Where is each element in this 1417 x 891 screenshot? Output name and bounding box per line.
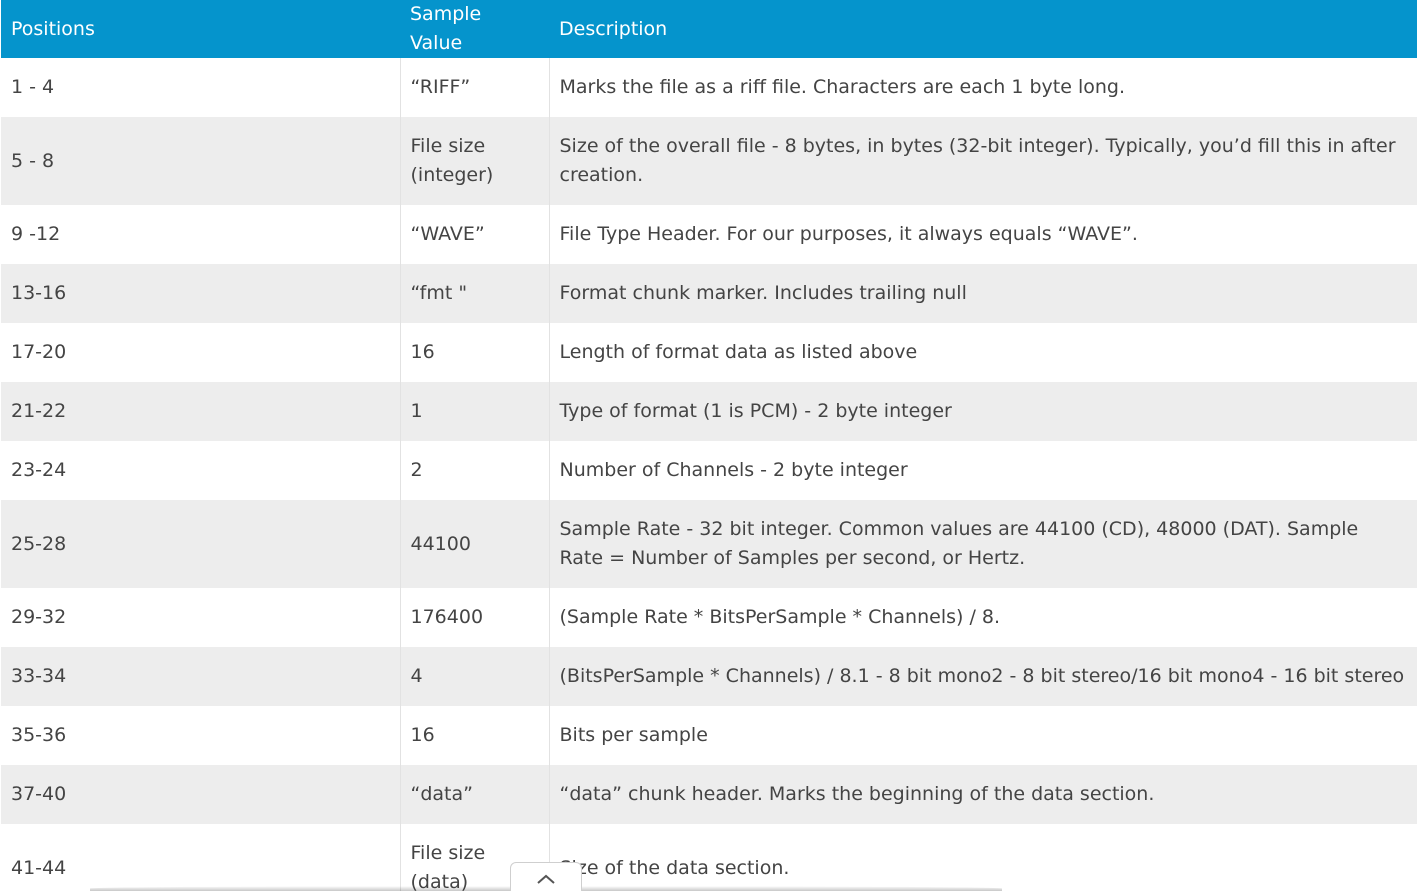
- table-row: 37-40 “data” “data” chunk header. Marks …: [1, 765, 1417, 824]
- cell-description: Size of the data section.: [549, 824, 1417, 891]
- cell-position: 5 - 8: [1, 117, 401, 205]
- cell-sample-value: 16: [400, 706, 550, 765]
- cell-sample-value: “WAVE”: [400, 205, 550, 264]
- cell-description: Bits per sample: [549, 706, 1417, 765]
- cell-sample-value: 44100: [400, 500, 550, 588]
- cell-sample-value: 176400: [400, 588, 550, 647]
- table-row: 29-32 176400 (Sample Rate * BitsPerSampl…: [1, 588, 1417, 647]
- table-row: 1 - 4 “RIFF” Marks the file as a riff fi…: [1, 58, 1417, 117]
- table-header: Positions Sample Value Description: [1, 0, 1417, 58]
- table-row: 17-20 16 Length of format data as listed…: [1, 323, 1417, 382]
- cell-description: “data” chunk header. Marks the beginning…: [549, 765, 1417, 824]
- cell-sample-value: 2: [400, 441, 550, 500]
- header-row: Positions Sample Value Description: [1, 0, 1417, 58]
- column-header-positions: Positions: [1, 0, 400, 58]
- table-body: 1 - 4 “RIFF” Marks the file as a riff fi…: [1, 58, 1417, 891]
- column-header-description: Description: [549, 0, 1417, 58]
- cell-description: File Type Header. For our purposes, it a…: [549, 205, 1417, 264]
- table-row: 13-16 “fmt " Format chunk marker. Includ…: [1, 264, 1417, 323]
- cell-sample-value: “data”: [400, 765, 550, 824]
- page: Positions Sample Value Description 1 - 4…: [0, 0, 1417, 891]
- cell-description: Format chunk marker. Includes trailing n…: [549, 264, 1417, 323]
- table-row: 21-22 1 Type of format (1 is PCM) - 2 by…: [1, 382, 1417, 441]
- table-row: 33-34 4 (BitsPerSample * Channels) / 8.1…: [1, 647, 1417, 706]
- cell-position: 17-20: [1, 323, 401, 382]
- cell-position: 25-28: [1, 500, 401, 588]
- cell-description: Size of the overall file - 8 bytes, in b…: [549, 117, 1417, 205]
- cell-position: 41-44: [1, 824, 401, 891]
- cell-sample-value: “fmt ": [400, 264, 550, 323]
- cell-description: Number of Channels - 2 byte integer: [549, 441, 1417, 500]
- cell-position: 29-32: [1, 588, 401, 647]
- cell-position: 13-16: [1, 264, 401, 323]
- table-row: 9 -12 “WAVE” File Type Header. For our p…: [1, 205, 1417, 264]
- table-row: 5 - 8 File size (integer) Size of the ov…: [1, 117, 1417, 205]
- table-row: 25-28 44100 Sample Rate - 32 bit integer…: [1, 500, 1417, 588]
- table-row: 41-44 File size (data) Size of the data …: [1, 824, 1417, 891]
- cell-sample-value: File size (integer): [400, 117, 550, 205]
- cell-description: (Sample Rate * BitsPerSample * Channels)…: [549, 588, 1417, 647]
- cell-description: Sample Rate - 32 bit integer. Common val…: [549, 500, 1417, 588]
- scroll-to-top-button[interactable]: [510, 862, 582, 891]
- cell-position: 33-34: [1, 647, 401, 706]
- cell-description: Marks the file as a riff file. Character…: [549, 58, 1417, 117]
- cell-position: 37-40: [1, 765, 401, 824]
- table-row: 23-24 2 Number of Channels - 2 byte inte…: [1, 441, 1417, 500]
- cell-sample-value: 16: [400, 323, 550, 382]
- cell-position: 23-24: [1, 441, 401, 500]
- column-header-sample-value: Sample Value: [400, 0, 549, 58]
- cell-sample-value: “RIFF”: [400, 58, 550, 117]
- cell-position: 1 - 4: [1, 58, 401, 117]
- cell-position: 9 -12: [1, 205, 401, 264]
- cell-description: Type of format (1 is PCM) - 2 byte integ…: [549, 382, 1417, 441]
- cell-position: 21-22: [1, 382, 401, 441]
- table-row: 35-36 16 Bits per sample: [1, 706, 1417, 765]
- wav-header-table: Positions Sample Value Description 1 - 4…: [1, 0, 1417, 891]
- cell-sample-value: 1: [400, 382, 550, 441]
- cell-description: Length of format data as listed above: [549, 323, 1417, 382]
- cell-position: 35-36: [1, 706, 401, 765]
- cell-sample-value: 4: [400, 647, 550, 706]
- cell-description: (BitsPerSample * Channels) / 8.1 - 8 bit…: [549, 647, 1417, 706]
- chevron-up-icon: [535, 871, 557, 890]
